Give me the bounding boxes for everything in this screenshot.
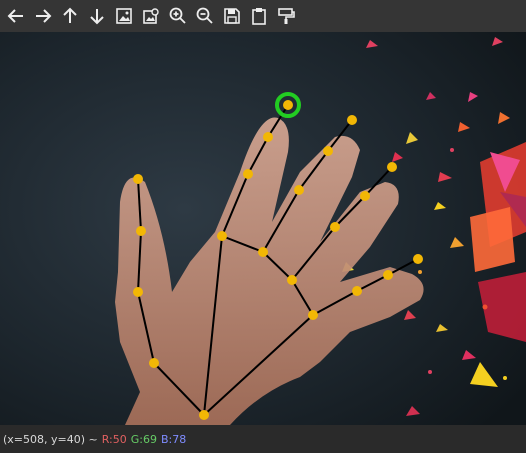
pan-right-button[interactable] [30,4,55,29]
floppy-disk-icon [223,8,240,24]
zoom-in-icon [169,7,186,24]
landmark-pinky-mcp [308,310,318,320]
landmark-middle-dip [323,146,333,156]
landmark-index-dip [263,132,273,142]
status-bar: (x=508, y=40) ~ R:50 G:69 B:78 [0,425,526,453]
zoom-fit-button[interactable] [111,4,136,29]
landmark-index-mcp [217,231,227,241]
landmark-thumb-ip [136,226,146,236]
landmark-index-pip [243,169,253,179]
zoom-out-icon [196,7,213,24]
pan-down-button[interactable] [84,4,109,29]
landmark-ring-pip [330,222,340,232]
landmark-thumb-cmc [149,358,159,368]
copy-button[interactable] [246,4,271,29]
zoom-in-button[interactable] [165,4,190,29]
landmark-middle-mcp [258,247,268,257]
pixel-red-value: R:50 [101,432,127,446]
image-zoom-icon [142,8,159,24]
image-view [0,32,526,425]
landmark-ring-tip [387,162,397,172]
landmark-pinky-tip [413,254,423,264]
save-button[interactable] [219,4,244,29]
landmark-ring-dip [360,191,370,201]
clipboard-icon [251,8,266,25]
pixel-blue-value: B:78 [161,432,187,446]
arrow-up-icon [62,7,77,23]
arrow-left-icon [7,9,23,23]
zoom-out-button[interactable] [192,4,217,29]
zoom-actual-button[interactable] [138,4,163,29]
image-icon [115,8,132,24]
landmark-middle-tip [347,115,357,125]
properties-button[interactable] [273,4,298,29]
image-canvas[interactable] [0,32,526,425]
landmark-index-tip [283,100,293,110]
paint-roller-icon [277,8,295,24]
pixel-green-value: G:69 [130,432,157,446]
pan-left-button[interactable] [3,4,28,29]
landmark-wrist [199,410,209,420]
toolbar [0,0,526,32]
landmark-thumb-mcp [133,287,143,297]
pan-up-button[interactable] [57,4,82,29]
arrow-down-icon [89,9,104,25]
arrow-right-icon [35,9,51,23]
landmark-pinky-pip [352,286,362,296]
landmark-ring-mcp [287,275,297,285]
cursor-coordinates: (x=508, y=40) ~ [3,432,98,446]
landmark-pinky-dip [383,270,393,280]
landmark-thumb-tip [133,174,143,184]
landmark-middle-pip [294,185,304,195]
